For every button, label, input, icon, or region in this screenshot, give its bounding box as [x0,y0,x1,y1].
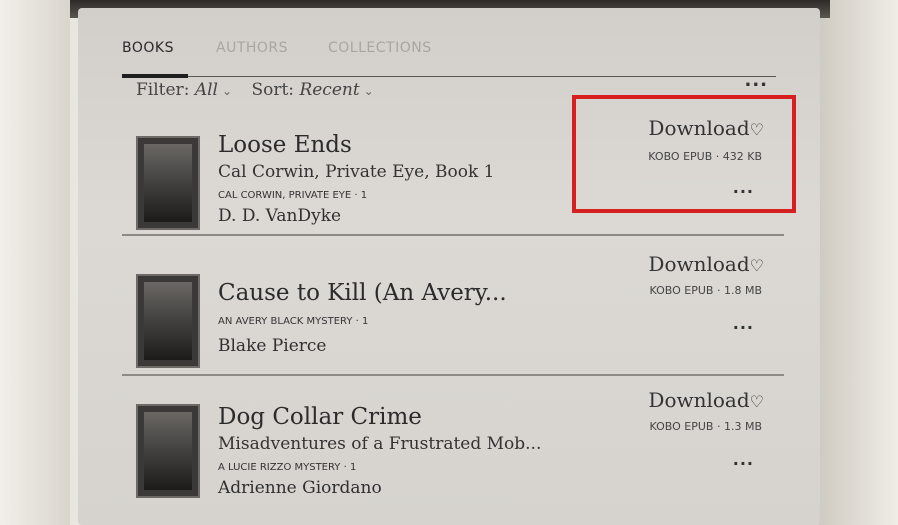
chevron-down-icon: ⌄ [221,84,233,98]
book-row[interactable]: Cause to Kill (An Avery... AN AVERY BLAC… [122,248,784,376]
book-more-menu[interactable]: ... [733,178,754,197]
book-cover [136,136,200,230]
sort-label: Sort: [251,80,295,100]
download-arrow-icon: ♡ [749,392,764,411]
filter-label: Filter: [136,80,190,100]
download-label: Download [648,116,750,140]
book-format-size: KOBO EPUB · 1.8 MB [649,284,762,297]
book-title: Cause to Kill (An Avery... [218,280,507,306]
download-label: Download [648,388,750,412]
book-series: AN AVERY BLACK MYSTERY · 1 [218,316,369,327]
book-row[interactable]: Loose Ends Cal Corwin, Private Eye, Book… [122,108,784,236]
chevron-down-icon: ⌄ [363,84,374,98]
download-button[interactable]: Download♡ [648,252,764,276]
device-frame-right [818,0,898,525]
book-more-menu[interactable]: ... [733,314,754,333]
filter-sort-bar: Filter: All ⌄ Sort: Recent ⌄ [136,80,374,100]
library-screen: BOOKS AUTHORS COLLECTIONS ... Filter: Al… [78,8,820,525]
library-tabs: BOOKS AUTHORS COLLECTIONS [122,32,776,78]
active-tab-indicator [122,74,188,78]
book-subtitle: Misadventures of a Frustrated Mob... [218,434,542,454]
sort-value: Recent [299,80,360,100]
book-author: Blake Pierce [218,336,327,356]
download-arrow-icon: ♡ [749,256,764,275]
download-button[interactable]: Download♡ [648,116,764,140]
download-label: Download [648,252,750,276]
filter-value: All [194,80,218,100]
book-cover [136,404,200,498]
tab-authors[interactable]: AUTHORS [216,40,288,56]
book-subtitle: Cal Corwin, Private Eye, Book 1 [218,162,495,182]
sort-dropdown[interactable]: Sort: Recent ⌄ [251,80,373,100]
row-divider [122,374,784,376]
tab-books[interactable]: BOOKS [122,40,174,56]
book-format-size: KOBO EPUB · 432 KB [648,150,762,163]
book-author: Adrienne Giordano [218,478,382,498]
book-series: A LUCIE RIZZO MYSTERY · 1 [218,462,357,473]
book-more-menu[interactable]: ... [733,450,754,469]
tabs-divider [122,76,776,77]
book-author: D. D. VanDyke [218,206,342,226]
book-format-size: KOBO EPUB · 1.3 MB [649,420,762,433]
filter-dropdown[interactable]: Filter: All ⌄ [136,80,232,100]
book-cover [136,274,200,368]
library-more-menu[interactable]: ... [744,70,768,91]
download-arrow-icon: ♡ [749,120,764,139]
book-row[interactable]: Dog Collar Crime Misadventures of a Frus… [122,384,784,512]
tab-collections[interactable]: COLLECTIONS [328,40,432,56]
row-divider [122,234,784,236]
book-title: Loose Ends [218,132,352,158]
device-frame-left [0,0,70,525]
download-button[interactable]: Download♡ [648,388,764,412]
book-title: Dog Collar Crime [218,404,422,430]
book-series: CAL CORWIN, PRIVATE EYE · 1 [218,190,368,201]
